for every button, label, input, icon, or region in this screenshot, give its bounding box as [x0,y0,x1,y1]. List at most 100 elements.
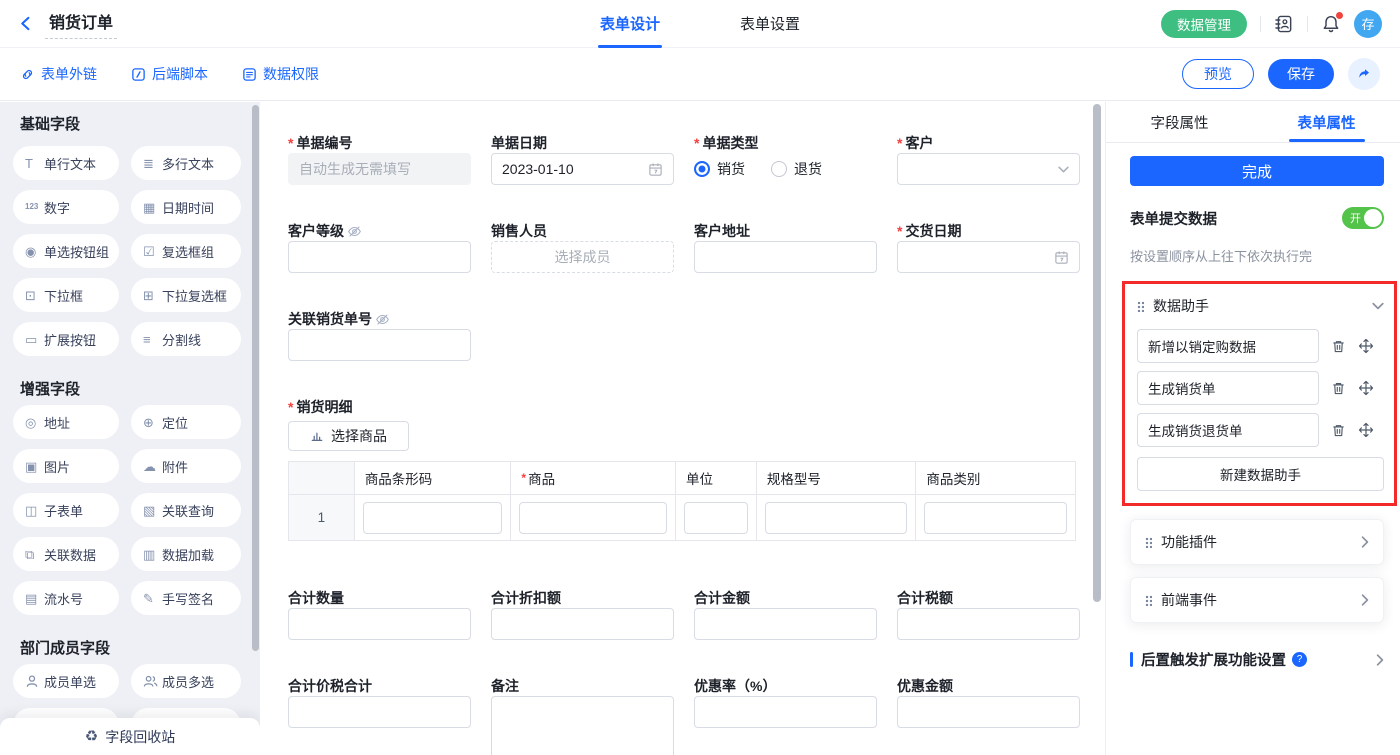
sales-person-picker[interactable]: 选择成员 [491,241,674,273]
tab-form-properties[interactable]: 表单属性 [1253,102,1400,142]
spec-cell-input[interactable] [765,502,908,534]
post-trigger-settings[interactable]: 后置触发扩展功能设置 ? [1130,649,1384,670]
submit-toggle[interactable]: 开 [1342,207,1384,229]
field-pill-multi-select[interactable]: ⊞下拉复选框 [131,278,241,312]
move-icon[interactable] [1358,380,1374,396]
field-pill-divider[interactable]: ≡分割线 [131,322,241,356]
assistant-item-name[interactable]: 生成销货退货单 [1137,413,1319,447]
field-pill-linked-query[interactable]: ▧关联查询 [131,493,241,527]
field-remark[interactable]: 备注 [491,676,674,755]
share-button[interactable] [1348,58,1380,90]
field-customer[interactable]: *客户 [897,133,1080,185]
new-assistant-button[interactable]: 新建数据助手 [1137,457,1384,491]
unit-cell-input[interactable] [684,502,748,534]
tab-field-properties[interactable]: 字段属性 [1106,102,1253,142]
discount-rate-input[interactable] [694,696,877,728]
canvas-scrollbar[interactable] [1093,104,1101,602]
discount-amount-input[interactable] [897,696,1080,728]
tab-form-design[interactable]: 表单设计 [600,0,660,48]
doc-number-input[interactable]: 自动生成无需填写 [288,153,471,185]
form-external-link-button[interactable]: 表单外链 [20,64,97,84]
doc-date-input[interactable]: 2023-01-10 [491,153,674,185]
move-icon[interactable] [1358,422,1374,438]
field-pill-radio-group[interactable]: ◉单选按钮组 [13,234,119,268]
delete-icon[interactable] [1331,339,1346,354]
select-product-button[interactable]: 选择商品 [288,421,409,451]
field-pill-data-load[interactable]: ▥数据加载 [131,537,241,571]
field-sales-person[interactable]: 销售人员 选择成员 [491,221,674,273]
total-discount-input[interactable] [491,608,674,640]
field-pill-select[interactable]: ⊡下拉框 [13,278,119,312]
field-pill-linked-data[interactable]: ⧉关联数据 [13,537,119,571]
chevron-down-icon[interactable] [1372,302,1384,310]
backend-script-button[interactable]: 后端脚本 [131,64,208,84]
save-button[interactable]: 保存 [1268,59,1334,89]
total-tax-input[interactable] [897,608,1080,640]
function-plugin-card[interactable]: 功能插件 [1130,519,1384,565]
data-assistant-header[interactable]: 数据助手 [1137,291,1384,321]
field-pill-checkbox-group[interactable]: ☑复选框组 [131,234,241,268]
field-pill-address[interactable]: ◎地址 [13,405,119,439]
field-pill-member-single[interactable]: 成员单选 [13,664,119,698]
contact-book-icon[interactable] [1274,14,1294,34]
field-pill-number[interactable]: 123数字 [13,190,119,224]
field-total-qty[interactable]: 合计数量 [288,588,471,640]
radio-sales[interactable]: 销货 [694,159,745,179]
field-pill-image[interactable]: ▣图片 [13,449,119,483]
field-customer-address[interactable]: 客户地址 [694,221,877,273]
field-pill-single-line-text[interactable]: T单行文本 [13,146,119,180]
data-manage-button[interactable]: 数据管理 [1161,10,1247,38]
field-total-tax[interactable]: 合计税额 [897,588,1080,640]
field-pill-signature[interactable]: ✎手写签名 [131,581,241,615]
field-discount-rate[interactable]: 优惠率（%） [694,676,877,755]
field-pill-member-multi[interactable]: 成员多选 [131,664,241,698]
field-pill-multi-line-text[interactable]: ≣多行文本 [131,146,241,180]
remark-textarea[interactable] [491,696,674,755]
help-icon[interactable]: ? [1292,652,1307,667]
total-with-tax-input[interactable] [288,696,471,728]
radio-return[interactable]: 退货 [771,159,822,179]
field-customer-level[interactable]: 客户等级 [288,221,471,273]
barcode-cell-input[interactable] [363,502,503,534]
done-button[interactable]: 完成 [1130,156,1384,186]
field-total-discount[interactable]: 合计折扣额 [491,588,674,640]
linked-sales-no-input[interactable] [288,329,471,361]
field-pill-subform[interactable]: ◫子表单 [13,493,119,527]
notification-bell-icon[interactable] [1321,14,1341,34]
field-doc-date[interactable]: 单据日期 2023-01-10 [491,133,674,185]
delete-icon[interactable] [1331,423,1346,438]
delivery-date-input[interactable] [897,241,1080,273]
field-delivery-date[interactable]: *交货日期 [897,221,1080,273]
field-pill-datetime[interactable]: ▦日期时间 [131,190,241,224]
field-discount-amount[interactable]: 优惠金额 [897,676,1080,755]
field-recycle-bin[interactable]: ♻ 字段回收站 [0,718,260,755]
page-title[interactable]: 销货订单 [45,9,117,39]
total-amount-input[interactable] [694,608,877,640]
sidebar-scrollbar[interactable] [252,105,259,651]
drag-handle-icon[interactable] [1145,537,1152,548]
field-pill-extend-button[interactable]: ▭扩展按钮 [13,322,119,356]
customer-address-input[interactable] [694,241,877,273]
drag-handle-icon[interactable] [1145,595,1152,606]
field-pill-serial-number[interactable]: ▤流水号 [13,581,119,615]
assistant-item-name[interactable]: 新增以销定购数据 [1137,329,1319,363]
assistant-item-name[interactable]: 生成销货单 [1137,371,1319,405]
drag-handle-icon[interactable] [1137,301,1144,312]
field-total-amount[interactable]: 合计金额 [694,588,877,640]
avatar[interactable]: 存 [1354,10,1382,38]
back-button[interactable] [18,15,35,32]
category-cell-input[interactable] [924,502,1067,534]
customer-level-input[interactable] [288,241,471,273]
preview-button[interactable]: 预览 [1182,59,1254,89]
move-icon[interactable] [1358,338,1374,354]
total-qty-input[interactable] [288,608,471,640]
field-total-with-tax[interactable]: 合计价税合计 [288,676,471,755]
field-doc-number[interactable]: *单据编号 自动生成无需填写 [288,133,471,185]
delete-icon[interactable] [1331,381,1346,396]
product-cell-input[interactable] [519,502,667,534]
data-permission-button[interactable]: 数据权限 [242,64,319,84]
customer-select[interactable] [897,153,1080,185]
tab-form-settings[interactable]: 表单设置 [740,0,800,48]
field-linked-sales-no[interactable]: 关联销货单号 [288,309,471,361]
field-pill-attachment[interactable]: ☁附件 [131,449,241,483]
